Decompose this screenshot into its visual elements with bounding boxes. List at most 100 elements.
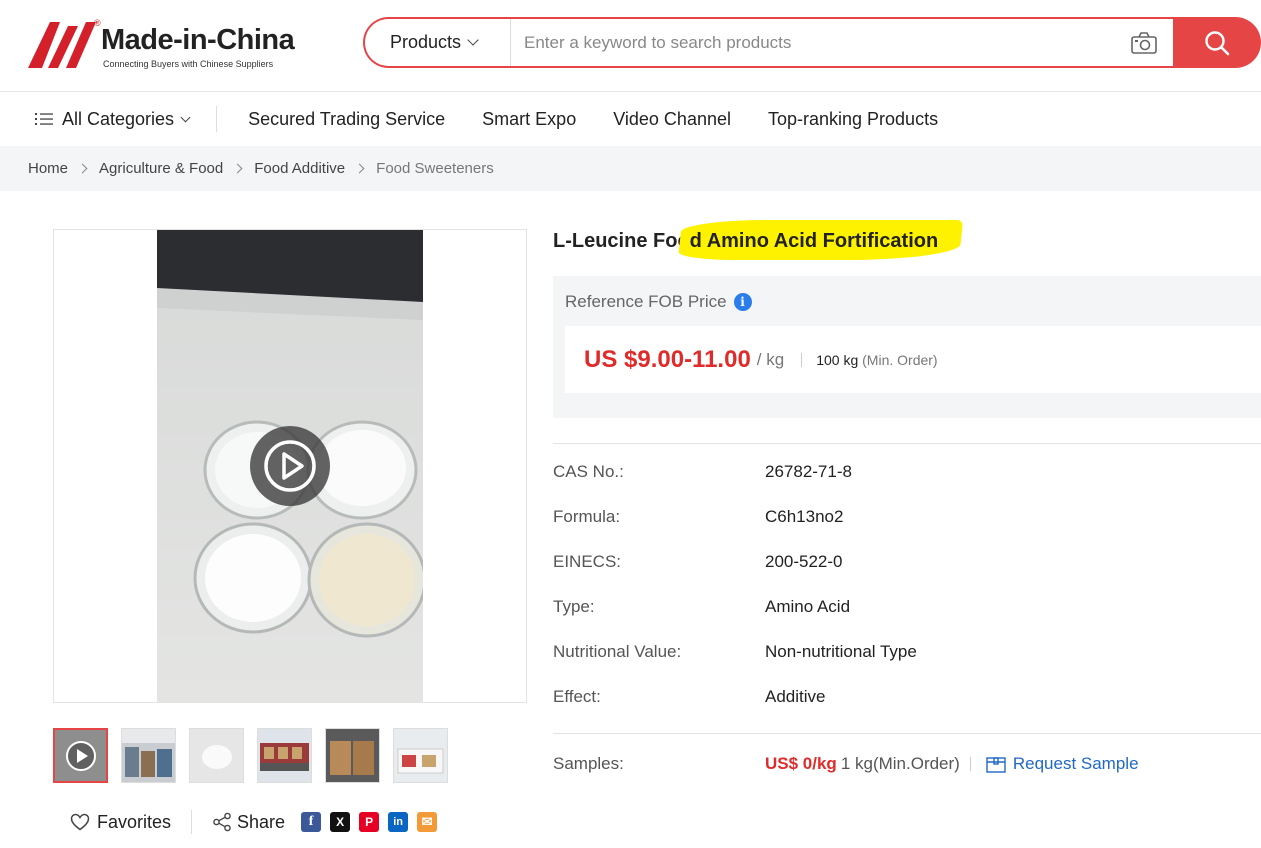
thumbnail-video[interactable] <box>53 728 108 783</box>
brand-name: Made-in-China <box>101 24 295 56</box>
divider <box>553 443 1261 444</box>
search-button[interactable] <box>1173 17 1261 68</box>
play-video-button[interactable] <box>250 426 330 506</box>
linkedin-icon[interactable]: in <box>388 812 409 832</box>
nav-secured-trading[interactable]: Secured Trading Service <box>248 109 445 130</box>
facebook-icon[interactable]: f <box>301 812 322 832</box>
thumbnail-warehouse-image <box>122 729 175 782</box>
breadcrumb-food-sweeteners[interactable]: Food Sweeteners <box>376 160 494 177</box>
brand-tagline: Connecting Buyers with Chinese Suppliers <box>103 59 274 69</box>
attribute-value: 200-522-0 <box>765 552 843 571</box>
divider <box>801 352 803 367</box>
product-title-highlighted: d Amino Acid Fortification <box>689 230 939 252</box>
share-button[interactable]: Share <box>212 812 285 833</box>
email-icon[interactable]: ✉ <box>417 812 438 832</box>
thumbnail-warehouse[interactable] <box>121 728 176 783</box>
price-panel: Reference FOB Price i US $9.00-11.00 / k… <box>553 276 1261 418</box>
thumbnail-cartons[interactable] <box>325 728 380 783</box>
attribute-key: Type: <box>553 597 595 616</box>
sample-price: US$ 0/kg <box>765 754 837 773</box>
share-label: Share <box>237 811 286 832</box>
min-order: 100 kg (Min. Order) <box>816 352 937 368</box>
price-label-row: Reference FOB Price i <box>565 292 752 312</box>
samples-row: Samples: US$ 0/kg 1 kg(Min.Order) Reques… <box>553 754 1139 774</box>
request-sample-link[interactable]: Request Sample <box>985 754 1139 774</box>
chevron-down-icon <box>467 34 479 46</box>
attribute-value: 26782-71-8 <box>765 462 852 481</box>
request-sample-label: Request Sample <box>1012 754 1139 773</box>
breadcrumb-food-additive[interactable]: Food Additive <box>254 160 345 177</box>
attribute-row: CAS No.: 26782-71-8 <box>553 462 1261 507</box>
attribute-value: C6h13no2 <box>765 507 844 526</box>
thumbnail-cartons-image <box>326 729 379 782</box>
search-type-select[interactable]: Products <box>365 19 511 66</box>
min-order-qty: 100 kg <box>816 351 859 368</box>
divider <box>553 733 1261 734</box>
attribute-value: Amino Acid <box>765 597 851 616</box>
site-logo[interactable]: ® Made-in-China Connecting Buyers with C… <box>28 18 308 74</box>
all-categories-label: All Categories <box>62 108 175 129</box>
breadcrumb: Home Agriculture & Food Food Additive Fo… <box>0 146 1261 191</box>
product-title: L-Leucine Food Amino Acid Fortification <box>553 230 938 253</box>
nav-top-ranking[interactable]: Top-ranking Products <box>768 109 938 130</box>
registered-mark: ® <box>94 18 101 28</box>
thumbnail-strip <box>53 728 461 783</box>
search-input[interactable] <box>513 25 1113 60</box>
info-icon[interactable]: i <box>733 293 752 311</box>
site-header: ® Made-in-China Connecting Buyers with C… <box>0 0 1261 92</box>
logo-mark-icon <box>28 22 96 68</box>
search-icon <box>1205 30 1230 55</box>
action-bar: Favorites Share f X P in ✉ <box>70 808 438 836</box>
menu-list-icon <box>35 113 53 125</box>
search-bar: Products <box>363 17 1261 68</box>
nav-smart-expo[interactable]: Smart Expo <box>482 109 576 130</box>
attribute-row: EINECS: 200-522-0 <box>553 552 1261 597</box>
attribute-key: CAS No.: <box>553 462 624 481</box>
chevron-right-icon <box>232 163 243 174</box>
breadcrumb-agriculture-food[interactable]: Agriculture & Food <box>99 160 223 177</box>
chevron-right-icon <box>354 163 365 174</box>
search-type-label: Products <box>390 32 462 52</box>
play-icon <box>264 440 316 492</box>
x-icon[interactable]: X <box>330 812 351 832</box>
nav-video-channel[interactable]: Video Channel <box>613 109 731 130</box>
chevron-down-icon <box>180 112 191 122</box>
share-icon <box>213 812 231 832</box>
breadcrumb-home[interactable]: Home <box>28 160 68 177</box>
product-main-media[interactable] <box>53 229 527 703</box>
thumbnail-powder[interactable] <box>189 728 244 783</box>
sample-min-order: 1 kg(Min.Order) <box>840 754 960 773</box>
samples-label: Samples: <box>553 754 624 773</box>
thumbnail-truck-loading[interactable] <box>257 728 312 783</box>
product-title-text: L-Leucine Foo <box>553 230 690 252</box>
package-icon <box>986 757 1006 773</box>
thumbnail-bags[interactable] <box>393 728 448 783</box>
thumbnail-video-image <box>55 730 106 781</box>
attribute-key: EINECS: <box>553 552 622 571</box>
product-attributes: CAS No.: 26782-71-8 Formula: C6h13no2 EI… <box>553 462 1261 732</box>
favorites-label: Favorites <box>97 811 172 832</box>
attribute-row: Type: Amino Acid <box>553 597 1261 642</box>
favorites-button[interactable]: Favorites <box>70 810 193 834</box>
camera-icon[interactable] <box>1130 31 1158 55</box>
min-order-note: (Min. Order) <box>862 351 938 368</box>
price-unit: / kg <box>756 349 785 369</box>
thumbnail-bags-image <box>394 729 447 782</box>
attribute-key: Formula: <box>553 507 621 526</box>
attribute-row: Formula: C6h13no2 <box>553 507 1261 552</box>
search-box: Products <box>363 17 1175 68</box>
attribute-key: Effect: <box>553 687 601 706</box>
price-row: US $9.00-11.00 / kg 100 kg (Min. Order) <box>565 326 1261 393</box>
main-nav: All Categories Secured Trading Service S… <box>0 93 1261 145</box>
reference-fob-price-label: Reference FOB Price <box>565 292 727 311</box>
attribute-value: Additive <box>765 687 826 706</box>
chevron-right-icon <box>77 163 88 174</box>
attribute-row: Effect: Additive <box>553 687 1261 732</box>
attribute-row: Nutritional Value: Non-nutritional Type <box>553 642 1261 687</box>
heart-icon <box>70 813 90 831</box>
attribute-key: Nutritional Value: <box>553 642 682 661</box>
pinterest-icon[interactable]: P <box>359 812 380 832</box>
all-categories-menu[interactable]: All Categories <box>35 106 218 132</box>
thumbnail-truck-image <box>258 729 311 782</box>
thumbnail-powder-image <box>190 729 243 782</box>
